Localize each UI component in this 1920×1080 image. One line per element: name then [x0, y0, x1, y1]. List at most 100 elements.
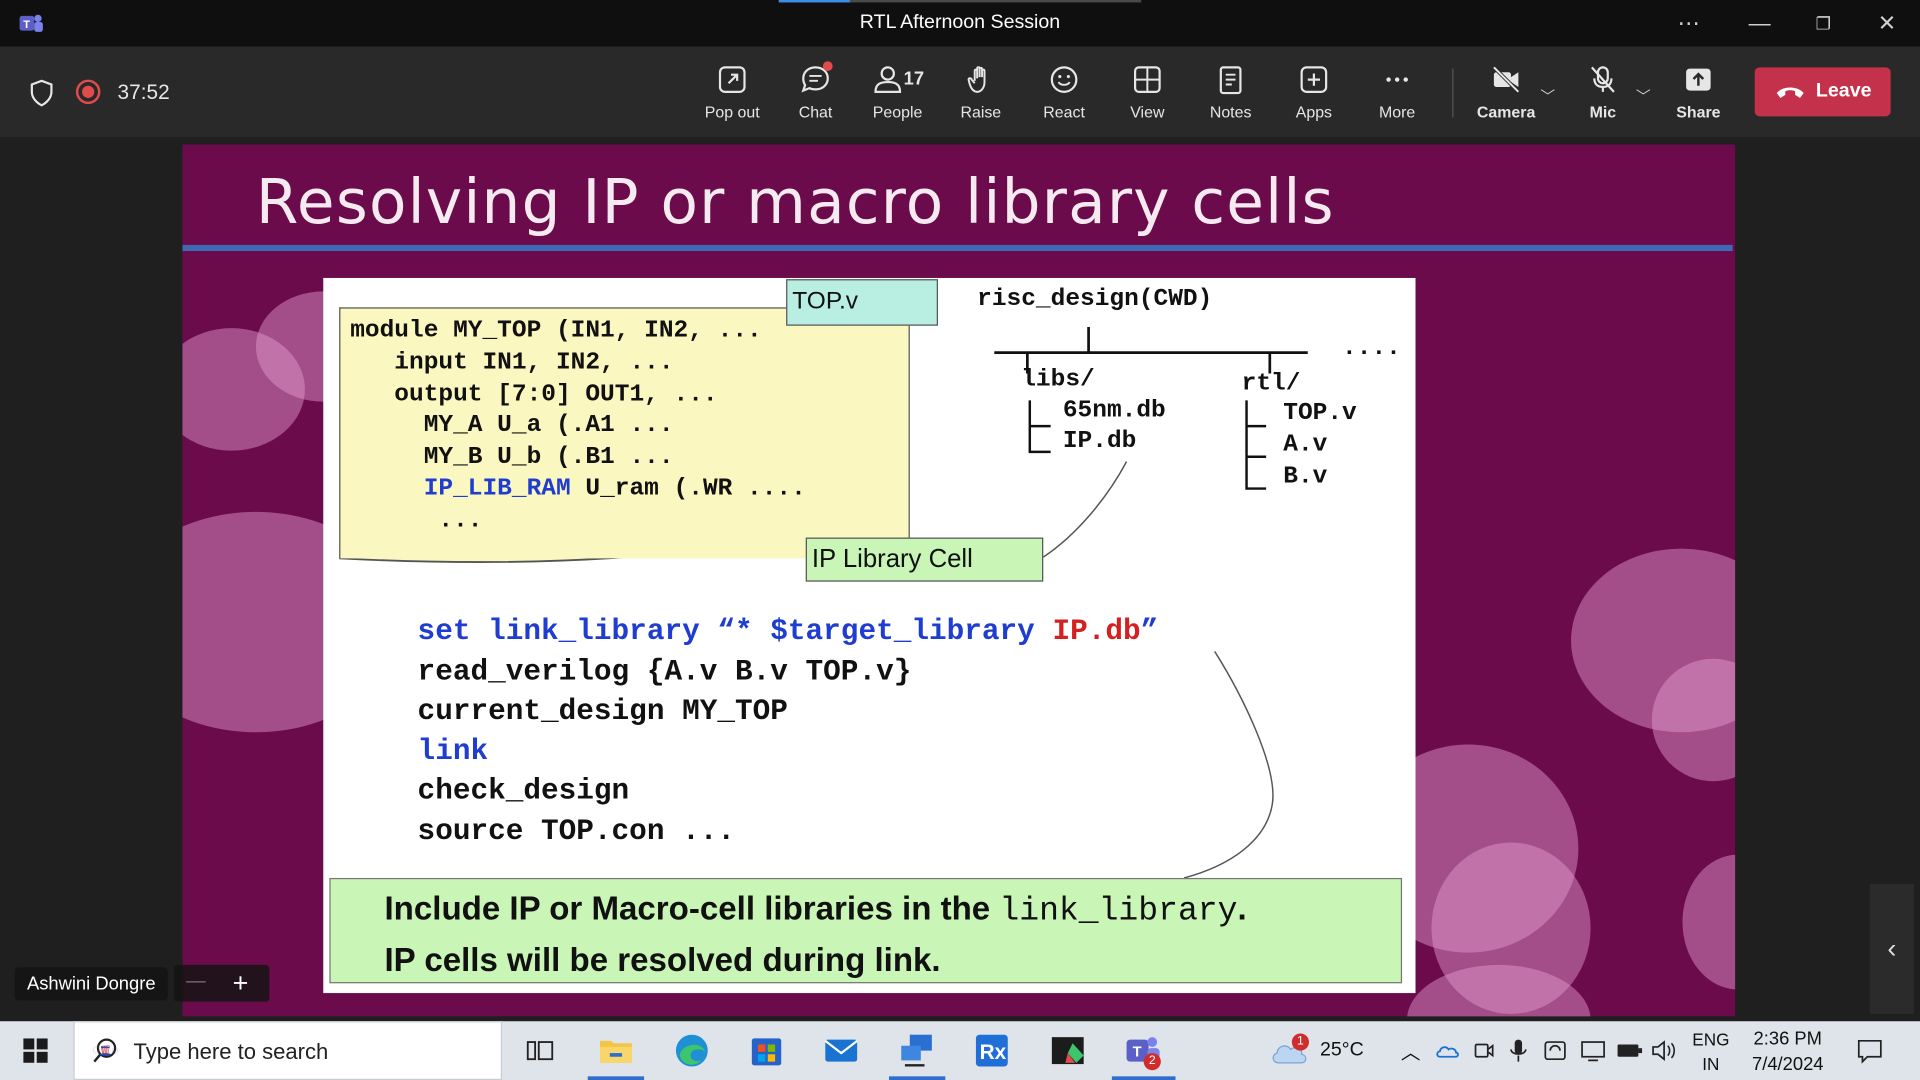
camera-options-chevron-down-icon[interactable]: ﹀ — [1540, 86, 1555, 107]
shield-icon — [30, 79, 53, 107]
more-options-icon[interactable]: ⋯ — [1675, 10, 1702, 37]
shared-content-stage: Resolving IP or macro library cells modu… — [0, 137, 1920, 1022]
clock-time: 2:36 PM — [1753, 1028, 1822, 1050]
svg-text:Rx: Rx — [980, 1041, 1007, 1064]
mic-button[interactable]: Mic — [1562, 64, 1643, 125]
code-line: output [7:0] OUT1, ... — [350, 380, 718, 409]
more-button[interactable]: More — [1357, 64, 1438, 125]
presenter-name-tag: Ashwini Dongre — [14, 967, 168, 1001]
notes-icon — [1219, 66, 1242, 95]
rx-app-icon[interactable]: Rx — [972, 1031, 1011, 1070]
taskbar-search-box[interactable]: Type here to search — [73, 1021, 503, 1080]
active-app-indicator — [888, 1076, 946, 1080]
task-view-icon[interactable] — [520, 1031, 559, 1070]
camera-button[interactable]: Camera — [1466, 64, 1547, 125]
close-icon[interactable]: ✕ — [1873, 10, 1900, 37]
remote-desktop-icon[interactable] — [898, 1031, 937, 1070]
tree-file-ip-db: IP.db — [1062, 427, 1137, 456]
toolbar-divider — [1452, 68, 1454, 118]
cmd-line: read_verilog {A.v B.v TOP.v} — [417, 655, 912, 689]
note-mono: link_library — [999, 893, 1238, 931]
code-line: module MY_TOP (IN1, IN2, ... — [350, 317, 762, 346]
slide-title: Resolving IP or macro library cells — [255, 166, 1335, 238]
file-label-top-v: TOP.v — [786, 279, 938, 326]
mic-options-chevron-down-icon[interactable]: ﹀ — [1636, 86, 1651, 107]
active-app-indicator — [1111, 1076, 1176, 1080]
restore-icon[interactable]: ❐ — [1810, 10, 1837, 37]
tree-root: risc_design(CWD) — [977, 285, 1213, 314]
people-button[interactable]: 17 People — [857, 64, 938, 125]
phone-hangup-icon — [1776, 87, 1804, 98]
clock-date: 7/4/2024 — [1752, 1054, 1824, 1076]
camera-off-icon — [1492, 66, 1520, 94]
zoom-in-button[interactable]: + — [233, 967, 249, 999]
react-icon — [1050, 66, 1078, 93]
edge-browser-icon[interactable] — [672, 1031, 711, 1070]
share-button[interactable]: Share — [1658, 64, 1739, 125]
tree-file: TOP.v — [1283, 399, 1357, 428]
code-line: MY_A U_a (.A1 ... — [350, 411, 674, 441]
battery-icon[interactable] — [1616, 1041, 1643, 1061]
teams-notification-badge: 2 — [1143, 1053, 1161, 1071]
code-line: input IN1, IN2, ... — [350, 348, 674, 377]
weather-temperature[interactable]: 25°C — [1320, 1040, 1364, 1080]
note-text: . — [1237, 890, 1247, 927]
raise-hand-icon — [967, 66, 986, 93]
meet-now-icon[interactable] — [1473, 1040, 1495, 1062]
active-app-indicator — [587, 1076, 645, 1080]
window-title: RTL Afternoon Session — [859, 12, 1061, 34]
decor-bubble — [1682, 854, 1736, 990]
recording-icon — [75, 79, 101, 105]
meeting-toolbar: 37:52 Pop out Chat 17 People Raise React… — [0, 46, 1920, 138]
react-button[interactable]: React — [1024, 64, 1105, 125]
note-text: Include IP or Macro-cell libraries in th… — [384, 890, 1000, 927]
people-icon — [874, 66, 902, 93]
code-line: U_ram (.WR .... — [570, 475, 806, 504]
uncle-sam-hat-icon — [92, 1045, 119, 1056]
sync-icon[interactable] — [1543, 1038, 1567, 1062]
chevron-up-icon[interactable]: ︿ — [1401, 1036, 1421, 1080]
pop-out-icon — [718, 66, 746, 93]
note-text: IP cells will be resolved during link. — [384, 941, 941, 979]
title-bar: T RTL Afternoon Session ⋯ — ❐ ✕ — [0, 0, 1920, 47]
notification-center-icon[interactable] — [1856, 1037, 1883, 1064]
view-button[interactable]: View — [1107, 64, 1188, 125]
file-explorer-icon[interactable] — [596, 1031, 635, 1070]
verilog-code-box: module MY_TOP (IN1, IN2, ... input IN1, … — [339, 307, 910, 559]
cmd-line: source TOP.con ... — [417, 814, 736, 848]
zoom-controls: — + — [173, 964, 270, 1002]
verilog-code: module MY_TOP (IN1, IN2, ... input IN1, … — [350, 316, 806, 537]
notes-button[interactable]: Notes — [1190, 64, 1271, 125]
summary-note: Include IP or Macro-cell libraries in th… — [329, 877, 1403, 984]
minimize-icon[interactable]: — — [1746, 10, 1773, 37]
microsoft-store-icon[interactable] — [747, 1031, 786, 1070]
chat-button[interactable]: Chat — [775, 61, 856, 125]
mail-icon[interactable] — [822, 1031, 861, 1070]
tcl-commands: set link_library “* $target_library IP.d… — [418, 613, 1159, 852]
ip-library-cell-label: IP Library Cell — [805, 537, 1044, 582]
cmd-link: link — [417, 735, 489, 769]
zoom-out-button[interactable]: — — [186, 971, 206, 993]
terminal-app-icon[interactable] — [1048, 1031, 1087, 1070]
pop-out-button[interactable]: Pop out — [692, 64, 773, 125]
onedrive-icon[interactable] — [1435, 1040, 1459, 1062]
apps-icon — [1300, 66, 1328, 93]
cmd-set-link-library: set link_library “* $target_library — [417, 615, 1053, 649]
cmd-quote: ” — [1140, 615, 1159, 649]
clock[interactable]: 2:36 PM 7/4/2024 — [1749, 1026, 1827, 1080]
raise-hand-button[interactable]: Raise — [940, 64, 1021, 125]
cmd-ip-db: IP.db — [1052, 615, 1141, 649]
microphone-icon[interactable] — [1509, 1038, 1529, 1062]
people-count: 17 — [903, 68, 925, 90]
network-icon[interactable] — [1580, 1038, 1607, 1062]
input-language[interactable]: ENG IN — [1692, 1027, 1729, 1080]
leave-button[interactable]: Leave — [1754, 67, 1891, 117]
title-rule — [182, 244, 1733, 252]
tree-libs: libs/ — [1021, 366, 1095, 395]
chevron-left-icon[interactable]: ‹ — [1869, 884, 1914, 1014]
windows-start-icon[interactable] — [23, 1038, 48, 1063]
share-icon — [1686, 68, 1711, 91]
apps-button[interactable]: Apps — [1273, 64, 1354, 125]
mic-off-icon — [1591, 66, 1615, 93]
volume-icon[interactable] — [1651, 1038, 1678, 1062]
